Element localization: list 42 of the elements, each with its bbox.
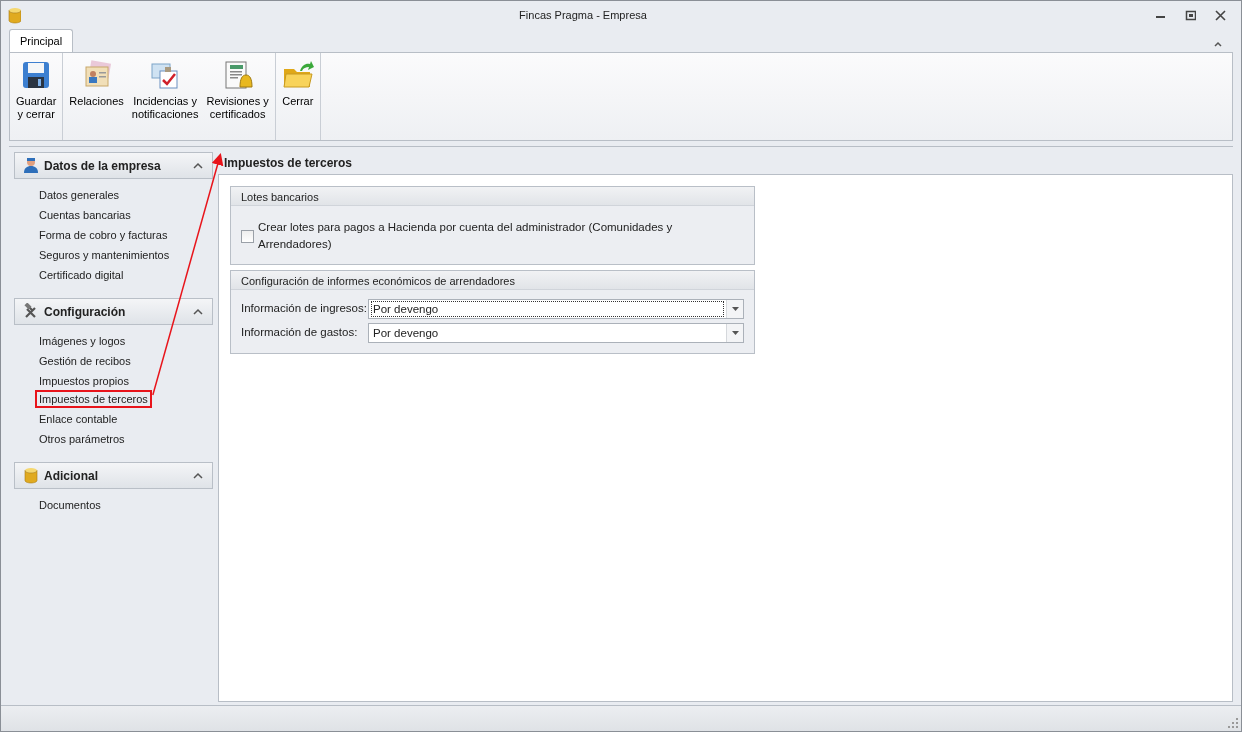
checkbox-label: Crear lotes para pagos a Hacienda por cuenta del administrador (Comunidades y Arrendadores) bbox=[258, 220, 674, 253]
checkbox[interactable] bbox=[241, 229, 254, 243]
window-title: Fincas Pragma - Empresa bbox=[518, 8, 648, 24]
caret-down-icon bbox=[731, 330, 739, 335]
maximize-icon[interactable] bbox=[1184, 10, 1196, 21]
close-icon[interactable] bbox=[1214, 10, 1226, 21]
cylinder-icon bbox=[23, 467, 39, 484]
close-document-button[interactable]: Cerrar bbox=[277, 53, 318, 140]
sidebar-item[interactable]: Otros parámetros bbox=[35, 430, 129, 448]
sidebar-item[interactable]: Impuestos propios bbox=[35, 372, 133, 390]
sidebar-item[interactable]: Seguros y mantenimientos bbox=[35, 246, 174, 264]
page-title: Impuestos de terceros bbox=[223, 155, 354, 172]
caret-down-icon bbox=[731, 306, 739, 311]
field-label: Información de ingresos: bbox=[241, 300, 368, 316]
app-icon bbox=[7, 6, 21, 25]
relations-button[interactable]: Relaciones bbox=[65, 53, 128, 140]
chevron-up-icon[interactable] bbox=[1213, 40, 1223, 48]
sidebar-item[interactable]: Documentos bbox=[35, 496, 105, 514]
group-title: Lotes bancarios bbox=[231, 187, 754, 206]
folder-arrow-icon bbox=[281, 59, 314, 91]
sidebar-item[interactable]: Forma de cobro y facturas bbox=[35, 226, 172, 244]
dropdown[interactable]: Por devengo bbox=[368, 298, 744, 319]
ribbon-tab[interactable]: Principal bbox=[9, 28, 74, 52]
reviews-button[interactable]: Revisiones y certificados bbox=[202, 53, 273, 140]
save-close-button[interactable]: Guardar y cerrar bbox=[12, 53, 61, 140]
dropdown[interactable]: Por devengo bbox=[368, 322, 744, 343]
sidebar-group-header[interactable]: Adicional bbox=[14, 462, 213, 489]
person-icon bbox=[23, 157, 39, 174]
resize-grip-icon bbox=[1228, 718, 1238, 728]
sidebar-group-header[interactable]: Configuración bbox=[14, 298, 213, 325]
tools-icon bbox=[23, 303, 39, 320]
sidebar-group-header[interactable]: Datos de la empresa bbox=[14, 152, 213, 179]
sidebar-item[interactable]: Datos generales bbox=[35, 186, 124, 204]
sidebar-item[interactable]: Cuentas bancarias bbox=[35, 206, 135, 224]
sidebar-item[interactable]: Certificado digital bbox=[35, 266, 128, 284]
incidents-button[interactable]: Incidencias y notificaciones bbox=[127, 53, 203, 140]
group-title: Configuración de informes económicos de arrendadores bbox=[231, 270, 754, 290]
sidebar-item[interactable]: Gestión de recibos bbox=[35, 352, 135, 370]
field-label: Información de gastos: bbox=[241, 324, 359, 340]
sidebar-item[interactable]: Impuestos de terceros bbox=[35, 390, 152, 408]
sidebar-item[interactable]: Enlace contable bbox=[35, 410, 122, 428]
sidebar-item[interactable]: Imágenes y logos bbox=[35, 332, 130, 350]
